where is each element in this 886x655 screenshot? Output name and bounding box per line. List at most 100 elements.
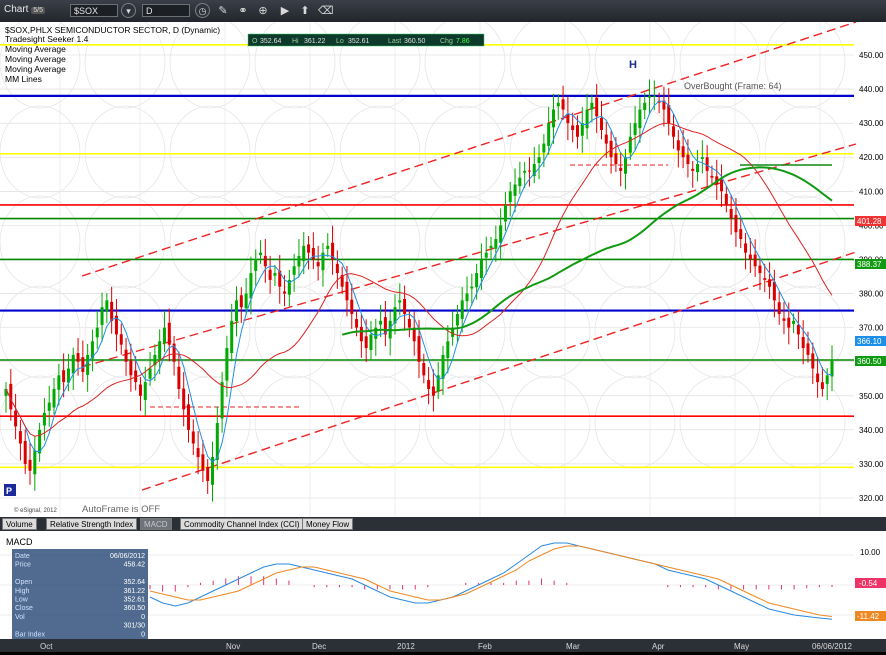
candle-body	[148, 368, 152, 379]
candle-body	[81, 357, 85, 372]
candle-body	[167, 322, 171, 345]
candle-body	[76, 353, 80, 362]
tab-cci[interactable]: Commodity Channel Index (CCI)	[180, 518, 304, 530]
tab-macd[interactable]: MACD	[140, 518, 172, 530]
candle-body	[508, 191, 512, 203]
candle-body	[403, 298, 407, 314]
y-axis-tick: 440.00	[859, 85, 884, 94]
candle-body	[316, 262, 320, 267]
study-label-mm-lines: MM Lines	[5, 74, 42, 84]
candle-body	[681, 146, 685, 158]
data-window-label: Close	[15, 605, 33, 612]
candle-body	[23, 440, 27, 464]
candle-body	[268, 269, 272, 280]
link-icon[interactable]: ⚭	[236, 4, 250, 18]
pencil-icon[interactable]: ✎	[216, 4, 230, 18]
candle-body	[47, 402, 51, 411]
candle-body	[441, 354, 445, 379]
data-window-label: Vol	[15, 614, 25, 621]
arrow-up-icon[interactable]: ⬆	[298, 4, 312, 18]
candle-body	[52, 388, 56, 408]
ohlc-chg-label: Chg	[440, 38, 453, 45]
price-tag-401-text: 401.28	[857, 217, 882, 226]
y-axis-tick: 320.00	[859, 494, 884, 503]
candle-body	[244, 293, 248, 309]
ohlc-last-label: Last	[388, 38, 401, 45]
candle-body	[513, 184, 517, 196]
x-axis-label: Oct	[40, 642, 53, 651]
eraser-icon[interactable]: ⌫	[318, 4, 334, 18]
candle-body	[705, 157, 709, 171]
candle-body	[744, 243, 748, 253]
study-label-ma1: Moving Average	[5, 44, 66, 54]
candle-body	[119, 334, 123, 345]
candle-body	[350, 299, 354, 314]
candle-body	[724, 193, 728, 205]
data-window-value: 301/30	[124, 623, 146, 630]
y-axis-tick: 380.00	[859, 290, 884, 299]
y-axis-tick: 350.00	[859, 392, 884, 401]
candle-body	[297, 256, 301, 267]
x-axis-label: Nov	[226, 642, 240, 651]
candle-body	[585, 109, 589, 129]
candle-body	[806, 343, 810, 355]
candle-body	[691, 168, 695, 171]
symbol-input[interactable]: $SOX	[70, 4, 118, 17]
candle-body	[302, 245, 306, 262]
price-tag-366-text: 366.10	[857, 337, 882, 346]
play-icon[interactable]: ▶	[278, 4, 292, 18]
price-chart-pane[interactable]: 320.00330.00340.00350.00360.00370.00380.…	[0, 15, 886, 517]
tab-rsi[interactable]: Relative Strength Index	[46, 518, 138, 530]
p-marker: P	[6, 486, 12, 496]
clock-icon[interactable]: ◷	[195, 3, 210, 18]
copyright-label: © eSignal, 2012	[14, 507, 57, 514]
y-axis-tick: 340.00	[859, 426, 884, 435]
candle-body	[571, 125, 575, 130]
candle-body	[816, 373, 820, 383]
candle-body	[33, 450, 37, 475]
candle-body	[235, 300, 239, 322]
y-axis-tick: 420.00	[859, 153, 884, 162]
candle-body	[427, 380, 431, 389]
macd-axis-10: 10.00	[860, 548, 881, 557]
zoom-in-icon[interactable]: ⊕	[256, 4, 270, 18]
data-window-value: 458.42	[124, 562, 146, 569]
candle-body	[431, 386, 435, 396]
candle-body	[14, 410, 18, 427]
candle-body	[28, 459, 32, 471]
interval-input[interactable]: D	[142, 4, 190, 17]
candle-body	[753, 254, 757, 267]
candle-body	[729, 208, 733, 219]
candle-body	[379, 320, 383, 325]
candle-body	[110, 301, 114, 321]
candle-body	[239, 295, 243, 308]
data-window-label: Open	[15, 579, 32, 586]
autoframe-label: AutoFrame is OFF	[82, 504, 160, 515]
candle-body	[710, 175, 714, 178]
x-axis-label: 2012	[397, 642, 415, 651]
data-window-value: 352.61	[124, 597, 146, 604]
candle-body	[345, 281, 349, 301]
candle-body	[446, 341, 450, 359]
candle-body	[700, 157, 704, 159]
tab-money-flow[interactable]: Money Flow	[302, 518, 354, 530]
candle-body	[206, 466, 210, 481]
candle-body	[138, 384, 142, 396]
candle-body	[100, 307, 104, 325]
symbol-dropdown-icon[interactable]: ▾	[121, 3, 136, 18]
candle-body	[676, 140, 680, 151]
data-window-value: 352.64	[124, 579, 146, 586]
tab-volume[interactable]: Volume	[2, 518, 37, 530]
candle-body	[503, 204, 507, 222]
y-axis-tick: 330.00	[859, 460, 884, 469]
study-label-ma2: Moving Average	[5, 54, 66, 64]
candle-body	[273, 273, 277, 276]
candle-body	[230, 320, 234, 354]
macd-pane[interactable]: MACD 10.00 0.00 -0.54 -11.42 Date06/06/2…	[0, 531, 886, 652]
candle-body	[551, 109, 555, 128]
candle-body	[580, 123, 584, 136]
candle-body	[417, 336, 421, 362]
candle-body	[18, 431, 22, 444]
candle-body	[311, 247, 315, 260]
x-axis-label: Apr	[652, 642, 665, 651]
